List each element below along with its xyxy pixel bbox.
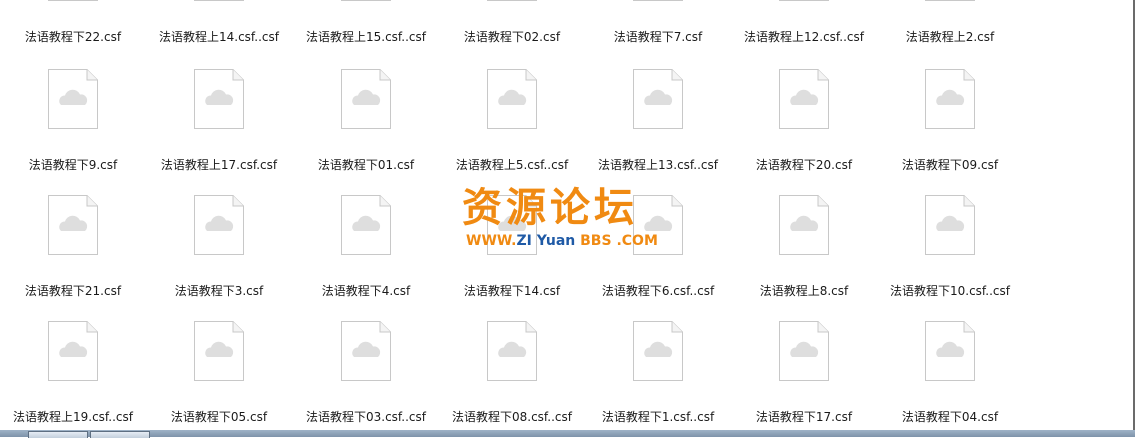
document-icon bbox=[778, 68, 830, 130]
file-item[interactable]: 法语教程下17.csf bbox=[731, 320, 877, 446]
file-item[interactable]: 法语教程上15.csf..csf bbox=[293, 0, 439, 66]
file-item[interactable]: 法语教程下9.csf bbox=[0, 68, 146, 194]
file-name-label: 法语教程下9.csf bbox=[28, 158, 118, 172]
document-icon bbox=[486, 0, 538, 2]
file-name-label: 法语教程下05.csf bbox=[170, 410, 268, 424]
watermark-title: 资源论坛 bbox=[462, 185, 638, 231]
document-icon bbox=[340, 194, 392, 256]
file-name-label: 法语教程下02.csf bbox=[463, 30, 561, 44]
file-item[interactable]: 法语教程下02.csf bbox=[439, 0, 585, 66]
watermark-url-zi: ZI bbox=[516, 233, 532, 249]
file-name-label: 法语教程下1.csf..csf bbox=[601, 410, 715, 424]
file-name-label: 法语教程下3.csf bbox=[174, 284, 264, 298]
file-name-label: 法语教程下22.csf bbox=[24, 30, 122, 44]
file-item[interactable]: 法语教程上5.csf..csf bbox=[439, 68, 585, 194]
file-item[interactable]: 法语教程下03.csf..csf bbox=[293, 320, 439, 446]
document-icon bbox=[193, 194, 245, 256]
file-item[interactable]: 法语教程上8.csf bbox=[731, 194, 877, 320]
document-icon bbox=[778, 0, 830, 2]
file-name-label: 法语教程下7.csf bbox=[613, 30, 703, 44]
document-icon bbox=[924, 0, 976, 2]
file-name-label: 法语教程下21.csf bbox=[24, 284, 122, 298]
file-name-label: 法语教程上8.csf bbox=[759, 284, 849, 298]
file-item[interactable]: 法语教程下3.csf bbox=[146, 194, 292, 320]
document-icon bbox=[486, 320, 538, 382]
file-name-label: 法语教程下14.csf bbox=[463, 284, 561, 298]
document-icon bbox=[486, 68, 538, 130]
file-item[interactable]: 法语教程上2.csf bbox=[877, 0, 1023, 66]
file-name-label: 法语教程下04.csf bbox=[901, 410, 999, 424]
document-icon bbox=[193, 320, 245, 382]
document-icon bbox=[193, 0, 245, 2]
file-name-label: 法语教程上17.csf.csf bbox=[160, 158, 278, 172]
document-icon bbox=[632, 0, 684, 2]
file-item[interactable]: 法语教程下20.csf bbox=[731, 68, 877, 194]
file-name-label: 法语教程下08.csf..csf bbox=[452, 410, 572, 424]
file-name-label: 法语教程下4.csf bbox=[321, 284, 411, 298]
file-item[interactable]: 法语教程上13.csf..csf bbox=[585, 68, 731, 194]
file-name-label: 法语教程下10.csf..csf bbox=[890, 284, 1010, 298]
file-item[interactable]: 法语教程下08.csf..csf bbox=[439, 320, 585, 446]
file-item[interactable]: 法语教程下22.csf bbox=[0, 0, 146, 66]
watermark-url-com: .COM bbox=[611, 233, 658, 249]
file-item[interactable]: 法语教程下7.csf bbox=[585, 0, 731, 66]
document-icon bbox=[47, 68, 99, 130]
document-icon bbox=[340, 320, 392, 382]
file-item[interactable]: 法语教程下05.csf bbox=[146, 320, 292, 446]
document-icon bbox=[778, 194, 830, 256]
file-item[interactable]: 法语教程上17.csf.csf bbox=[146, 68, 292, 194]
file-name-label: 法语教程下17.csf bbox=[755, 410, 853, 424]
file-item[interactable]: 法语教程下21.csf bbox=[0, 194, 146, 320]
document-icon bbox=[778, 320, 830, 382]
document-icon bbox=[924, 320, 976, 382]
document-icon bbox=[47, 0, 99, 2]
document-icon bbox=[632, 68, 684, 130]
file-item[interactable]: 法语教程下09.csf bbox=[877, 68, 1023, 194]
file-name-label: 法语教程上2.csf bbox=[905, 30, 995, 44]
document-icon bbox=[924, 68, 976, 130]
file-name-label: 法语教程上15.csf..csf bbox=[306, 30, 426, 44]
file-name-label: 法语教程下20.csf bbox=[755, 158, 853, 172]
document-icon bbox=[193, 68, 245, 130]
watermark: 资源论坛 WWW.ZI Yuan BBS .COM bbox=[458, 186, 678, 256]
document-icon bbox=[632, 320, 684, 382]
file-item[interactable]: 法语教程上14.csf..csf bbox=[146, 0, 292, 66]
document-icon bbox=[340, 68, 392, 130]
watermark-url-yuan: Yuan bbox=[531, 233, 581, 249]
file-name-label: 法语教程上12.csf..csf bbox=[744, 30, 864, 44]
file-item[interactable]: 法语教程上19.csf..csf bbox=[0, 320, 146, 446]
file-item[interactable]: 法语教程下01.csf bbox=[293, 68, 439, 194]
watermark-url-www: WWW. bbox=[466, 233, 517, 249]
file-item[interactable]: 法语教程下10.csf..csf bbox=[877, 194, 1023, 320]
file-item[interactable]: 法语教程上12.csf..csf bbox=[731, 0, 877, 66]
file-name-label: 法语教程上14.csf..csf bbox=[159, 30, 279, 44]
file-name-label: 法语教程下6.csf..csf bbox=[601, 284, 715, 298]
document-icon bbox=[47, 320, 99, 382]
file-name-label: 法语教程上5.csf..csf bbox=[455, 158, 569, 172]
file-name-label: 法语教程上19.csf..csf bbox=[13, 410, 133, 424]
file-item[interactable]: 法语教程下04.csf bbox=[877, 320, 1023, 446]
document-icon bbox=[340, 0, 392, 2]
document-icon bbox=[47, 194, 99, 256]
file-name-label: 法语教程下09.csf bbox=[901, 158, 999, 172]
watermark-url: WWW.ZI Yuan BBS .COM bbox=[466, 232, 658, 250]
document-icon bbox=[924, 194, 976, 256]
file-name-label: 法语教程下03.csf..csf bbox=[306, 410, 426, 424]
file-item[interactable]: 法语教程下4.csf bbox=[293, 194, 439, 320]
file-name-label: 法语教程上13.csf..csf bbox=[598, 158, 718, 172]
taskbar bbox=[0, 430, 1135, 438]
file-item[interactable]: 法语教程下1.csf..csf bbox=[585, 320, 731, 446]
watermark-url-bbs: BBS bbox=[580, 233, 612, 249]
file-name-label: 法语教程下01.csf bbox=[317, 158, 415, 172]
